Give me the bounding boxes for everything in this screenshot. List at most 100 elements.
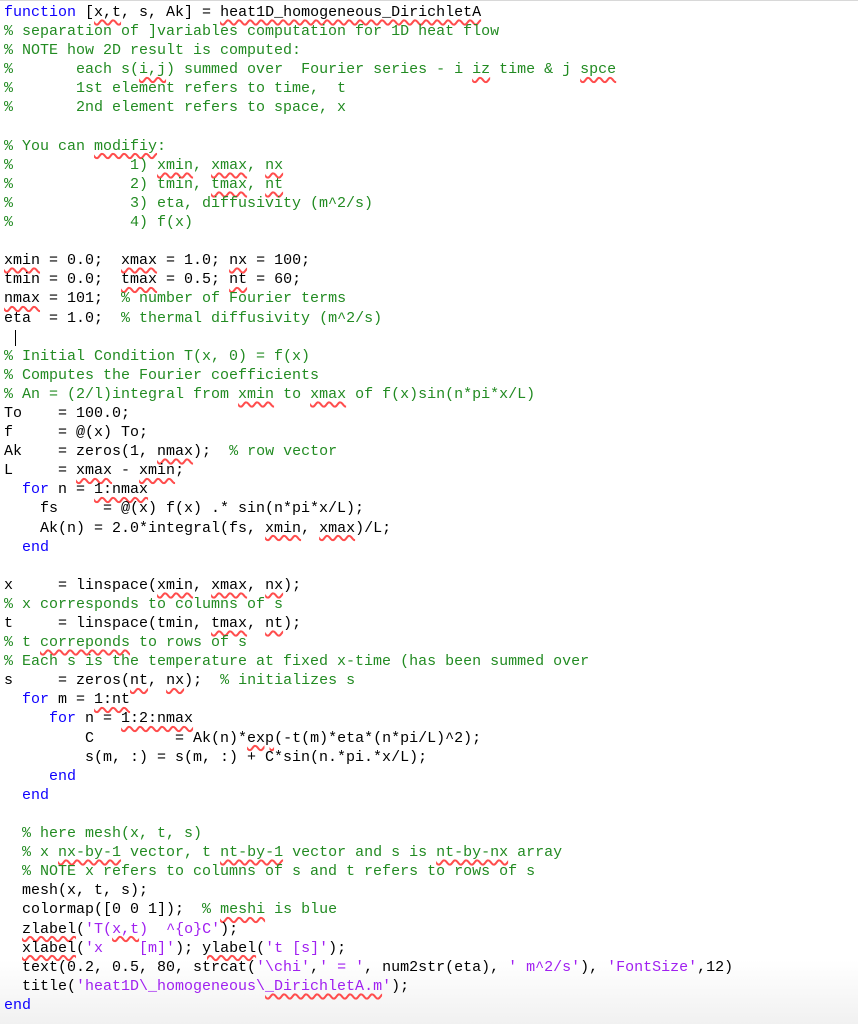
code-line[interactable] [4, 328, 733, 347]
code-line[interactable] [4, 805, 733, 824]
code-line[interactable]: % 1) xmin, xmax, nx [4, 156, 733, 175]
spellcheck-flagged-token: xmin [265, 519, 302, 537]
code-line[interactable]: Ak(n) = 2.0*integral(fs, xmin, xmax)/L; [4, 519, 733, 538]
code-token: , num2str(eta), [364, 958, 509, 976]
comment-token: to rows of s [130, 634, 248, 652]
string-token: 'heat1D\_homogeneous\ [76, 977, 266, 995]
code-line[interactable]: % Each s is the temperature at fixed x-t… [4, 652, 733, 671]
code-token: n = [49, 481, 95, 499]
code-token: Ak(n) = 2.0*integral(fs, [4, 519, 266, 537]
code-line[interactable]: xlabel('x [m]'); ylabel('t [s]'); [4, 939, 733, 958]
string-token: 'x [m]' [85, 939, 176, 957]
code-line[interactable]: % separation of ]variables computation f… [4, 22, 733, 41]
spellcheck-flagged-token: nx [265, 576, 284, 594]
code-line[interactable]: tmin = 0.0; tmax = 0.5; nt = 60; [4, 270, 733, 289]
code-line[interactable]: C = Ak(n)*exp(-t(m)*eta*(n*pi/L)^2); [4, 729, 733, 748]
code-token: ); [184, 672, 221, 690]
code-line[interactable]: % 3) eta, diffusivity (m^2/s) [4, 194, 733, 213]
code-line[interactable]: end [4, 996, 733, 1015]
code-line[interactable]: text(0.2, 0.5, 80, strcat('\chi',' = ', … [4, 958, 733, 977]
code-token: )/L; [355, 519, 392, 537]
code-line[interactable]: % 2nd element refers to space, x [4, 98, 733, 117]
code-line[interactable] [4, 557, 733, 576]
spellcheck-flagged-token: zlabel [22, 920, 77, 938]
comment-token: is blue [265, 901, 338, 919]
code-token: text(0.2, 0.5, 80, strcat( [4, 958, 257, 976]
code-line[interactable]: % NOTE how 2D result is computed: [4, 41, 733, 60]
code-token: x = linspace( [4, 576, 158, 594]
comment-token: % 3) eta, diffusivity (m^2/s) [4, 194, 374, 212]
spellcheck-flagged-token: xmax [211, 576, 248, 594]
code-line[interactable]: % Initial Condition T(x, 0) = f(x) [4, 347, 733, 366]
code-line[interactable]: x = linspace(xmin, xmax, nx); [4, 576, 733, 595]
code-line[interactable]: fs = @(x) f(x) .* sin(n*pi*x/L); [4, 499, 733, 518]
code-line[interactable]: eta = 1.0; % thermal diffusivity (m^2/s) [4, 309, 733, 328]
spellcheck-flagged-token: i,j [139, 61, 167, 79]
code-line[interactable]: % 2) tmin, tmax, nt [4, 175, 733, 194]
code-line[interactable]: % 4) f(x) [4, 213, 733, 232]
comment-token: % 2) tmin, [4, 175, 212, 193]
code-token: , [148, 672, 167, 690]
code-line[interactable]: % x corresponds to columns of s [4, 595, 733, 614]
code-line[interactable]: for n = 1:2:nmax [4, 709, 733, 728]
code-line[interactable]: % Computes the Fourier coefficients [4, 366, 733, 385]
spellcheck-flagged-token: 1:2:nmax [121, 710, 194, 728]
spellcheck-flagged-token: modifiy [94, 137, 158, 155]
code-line[interactable] [4, 232, 733, 251]
code-line[interactable]: s(m, :) = s(m, :) + C*sin(n.*pi.*x/L); [4, 748, 733, 767]
spellcheck-flagged-token: tmax [121, 271, 158, 289]
spellcheck-flagged-token: xmin [157, 576, 194, 594]
code-line[interactable]: end [4, 786, 733, 805]
spellcheck-flagged-token: correponds [40, 634, 131, 652]
comment-token: % 1) [4, 156, 158, 174]
code-token: , [247, 615, 266, 632]
code-line[interactable]: for n = 1:nmax [4, 480, 733, 499]
code-line[interactable]: zlabel('T(x,t) ^{o}C'); [4, 920, 733, 939]
code-token: s = zeros( [4, 672, 131, 690]
code-token: ); [391, 977, 410, 995]
comment-token: % Each s is the temperature at fixed x-t… [4, 653, 590, 671]
comment-token: % [202, 901, 221, 919]
code-line[interactable]: % each s(i,j) summed over Fourier series… [4, 60, 733, 79]
code-line[interactable]: % here mesh(x, t, s) [4, 824, 733, 843]
code-line[interactable]: colormap([0 0 1]); % meshi is blue [4, 900, 733, 919]
code-line[interactable]: % NOTE x refers to columns of s and t re… [4, 862, 733, 881]
spellcheck-flagged-token: heat1D_homogeneous_DirichletA [220, 4, 482, 21]
code-line[interactable]: mesh(x, t, s); [4, 881, 733, 900]
code-line[interactable] [4, 118, 733, 137]
code-token: n = [76, 710, 122, 728]
code-token: , s, Ak] = [121, 4, 221, 21]
code-token: mesh(x, t, s); [4, 882, 149, 900]
keyword-token: end [22, 538, 50, 556]
code-token: m = [49, 691, 95, 709]
code-token: ); [328, 939, 347, 957]
code-line[interactable]: To = 100.0; [4, 404, 733, 423]
code-line[interactable]: title('heat1D\_homogeneous\_DirichletA.m… [4, 977, 733, 996]
code-line[interactable]: % You can modifiy: [4, 137, 733, 156]
spellcheck-flagged-token: 1:nmax [94, 481, 149, 499]
code-line[interactable]: L = xmax - xmin; [4, 461, 733, 480]
code-line[interactable]: % An = (2/l)integral from xmin to xmax o… [4, 385, 733, 404]
code-line[interactable]: end [4, 767, 733, 786]
code-line[interactable]: Ak = zeros(1, nmax); % row vector [4, 442, 733, 461]
comment-token: ) summed over Fourier series - i [166, 61, 473, 79]
code-line[interactable]: % 1st element refers to time, t [4, 79, 733, 98]
code-line[interactable]: % t correponds to rows of s [4, 633, 733, 652]
code-line[interactable]: nmax = 101; % number of Fourier terms [4, 289, 733, 308]
spellcheck-flagged-token: xmax [76, 462, 113, 480]
string-token: ' m^2/s' [508, 958, 581, 976]
code-line[interactable]: xmin = 0.0; xmax = 1.0; nx = 100; [4, 251, 733, 270]
code-line[interactable]: function [x,t, s, Ak] = heat1D_homogeneo… [4, 3, 733, 22]
code-token: fs = @(x) f(x) .* sin(n*pi*x/L); [4, 500, 365, 518]
code-line[interactable]: % x nx-by-1 vector, t nt-by-1 vector and… [4, 843, 733, 862]
code-line[interactable]: t = linspace(tmin, tmax, nt); [4, 614, 733, 633]
code-line[interactable]: s = zeros(nt, nx); % initializes s [4, 671, 733, 690]
code-line[interactable]: end [4, 538, 733, 557]
code-line[interactable]: f = @(x) To; [4, 423, 733, 442]
code-editor[interactable]: function [x,t, s, Ak] = heat1D_homogeneo… [4, 3, 733, 1015]
comment-token: % here mesh(x, t, s) [4, 825, 203, 843]
code-line[interactable]: for m = 1:nt [4, 690, 733, 709]
